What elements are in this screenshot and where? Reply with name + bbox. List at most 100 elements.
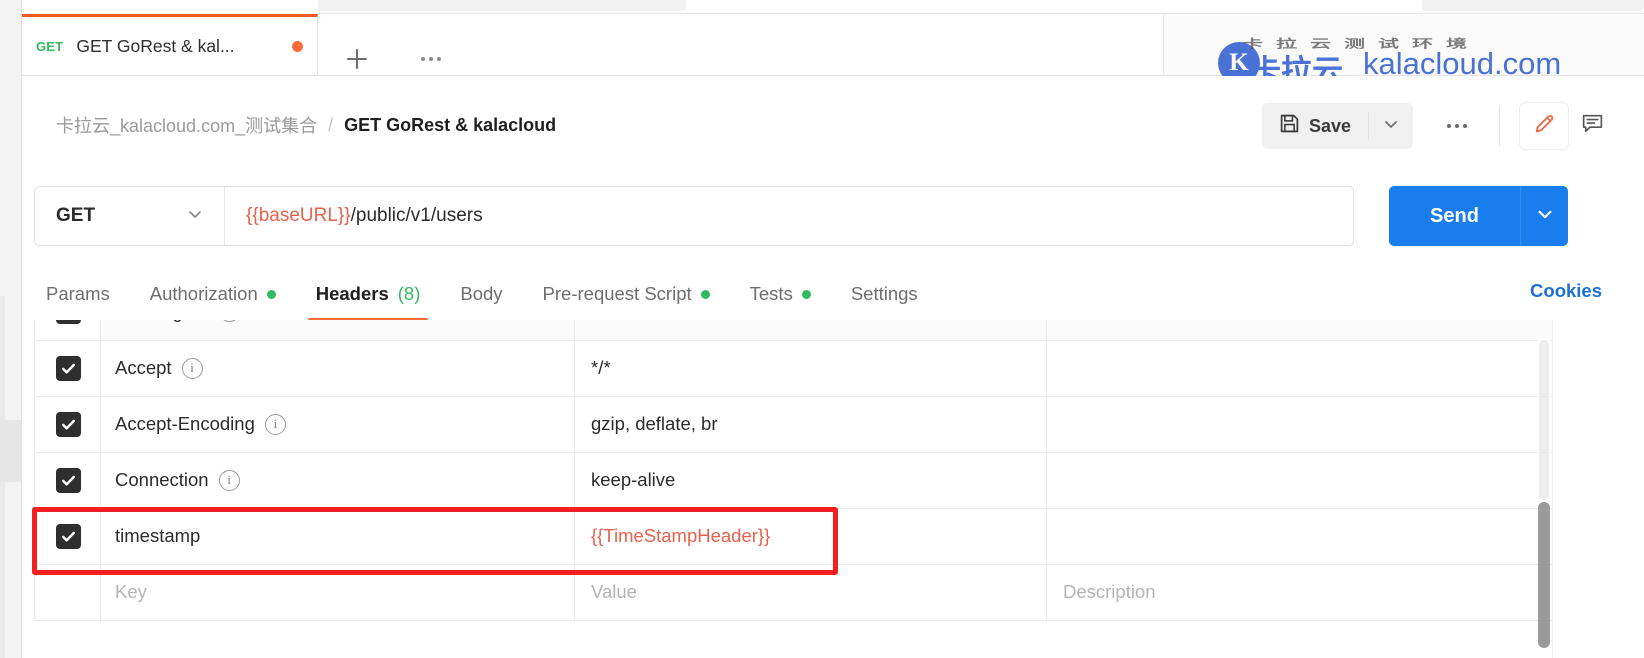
status-dot-icon <box>802 290 811 299</box>
info-icon[interactable]: i <box>182 358 203 379</box>
row-key-cell[interactable]: Accept-Encoding i <box>101 396 575 452</box>
check-icon <box>60 528 77 545</box>
new-value-input[interactable]: Value <box>575 564 1047 620</box>
row-enabled-cell[interactable] <box>35 320 101 340</box>
send-options-button[interactable] <box>1520 186 1568 246</box>
comment-icon <box>1580 111 1605 141</box>
row-description-cell[interactable] <box>1047 340 1575 396</box>
save-button-group: Save <box>1262 103 1413 149</box>
table-row-new[interactable]: Key Value Description <box>35 564 1575 620</box>
tab-pre-request-script[interactable]: Pre-request Script <box>523 268 730 312</box>
chevron-down-icon <box>185 204 205 229</box>
http-method-select[interactable]: GET <box>35 187 225 245</box>
request-tab-strip: GET GET GoRest & kal... K 卡拉云测试环境 卡拉云 ka… <box>22 14 1644 76</box>
table-row[interactable]: Accept-Encoding i gzip, deflate, br <box>35 396 1575 452</box>
tab-headers-count: (8) <box>398 283 421 305</box>
vertical-scrollbar-track-fill <box>1539 340 1549 500</box>
request-toolbar-actions: Save <box>1262 102 1616 150</box>
tab-strip-more-button[interactable] <box>408 48 454 70</box>
ellipsis-icon <box>1447 124 1467 128</box>
row-enabled-cell[interactable] <box>35 340 101 396</box>
tab-headers[interactable]: Headers (8) <box>296 268 441 312</box>
chevron-down-icon <box>1534 203 1556 230</box>
row-checkbox[interactable] <box>56 320 81 324</box>
tab-body[interactable]: Body <box>440 268 522 312</box>
row-value-cell[interactable]: keep-alive <box>575 452 1047 508</box>
row-value-cell[interactable]: {{TimeStampHeader}} <box>575 508 1047 564</box>
send-button-group: Send <box>1389 186 1568 246</box>
row-enabled-cell[interactable] <box>35 564 101 620</box>
row-checkbox[interactable] <box>56 468 81 493</box>
sidebar-rail[interactable] <box>0 0 22 658</box>
comment-request-button[interactable] <box>1568 103 1616 149</box>
row-key-cell[interactable]: Accept i <box>101 340 575 396</box>
header-key: Accept-Encoding <box>115 413 255 435</box>
row-enabled-cell[interactable] <box>35 396 101 452</box>
row-key-cell[interactable]: Connection i <box>101 452 575 508</box>
table-row[interactable]: Accept i */* <box>35 340 1575 396</box>
check-icon <box>60 416 77 433</box>
table-right-gutter <box>1552 320 1644 658</box>
chevron-down-icon <box>1381 114 1401 139</box>
tab-tests[interactable]: Tests <box>730 268 831 312</box>
send-button[interactable]: Send <box>1389 186 1520 246</box>
table-row-highlighted[interactable]: timestamp {{TimeStampHeader}} <box>35 508 1575 564</box>
row-value-cell[interactable]: */* <box>575 340 1047 396</box>
row-value-cell[interactable]: PostmanRuntime/7.29.2 <box>575 320 1047 340</box>
row-checkbox[interactable] <box>56 356 81 381</box>
save-button[interactable]: Save <box>1262 103 1368 149</box>
row-enabled-cell[interactable] <box>35 508 101 564</box>
row-enabled-cell[interactable] <box>35 452 101 508</box>
postman-app-window: GET GET GoRest & kal... K 卡拉云测试环境 卡拉云 ka… <box>0 0 1644 658</box>
info-icon[interactable]: i <box>265 414 286 435</box>
request-tab-active[interactable]: GET GET GoRest & kal... <box>22 14 318 75</box>
new-key-input[interactable]: Key <box>101 564 575 620</box>
row-checkbox[interactable] <box>56 524 81 549</box>
check-icon <box>60 472 77 489</box>
chrome-ghost-left <box>318 0 686 11</box>
tab-params[interactable]: Params <box>34 268 130 312</box>
edit-request-button[interactable] <box>1520 103 1568 149</box>
value-placeholder: Value <box>591 581 637 602</box>
status-dot-icon <box>701 290 710 299</box>
info-icon[interactable]: i <box>219 320 240 322</box>
tab-pre-request-script-label: Pre-request Script <box>543 283 692 305</box>
headers-table-container: User-Agent i PostmanRuntime/7.29.2 <box>22 320 1644 658</box>
tab-settings[interactable]: Settings <box>831 268 938 312</box>
request-url-input[interactable]: {{baseURL}}/public/v1/users <box>225 187 1353 245</box>
row-description-cell[interactable] <box>1047 396 1575 452</box>
header-value: keep-alive <box>591 469 675 490</box>
request-tab-method: GET <box>36 39 63 54</box>
toolbar-divider <box>1499 106 1500 146</box>
breadcrumb: 卡拉云_kalacloud.com_测试集合 / GET GoRest & ka… <box>56 112 556 138</box>
save-options-button[interactable] <box>1369 103 1413 149</box>
tab-authorization[interactable]: Authorization <box>130 268 296 312</box>
info-icon[interactable]: i <box>219 470 240 491</box>
save-button-label: Save <box>1309 116 1351 137</box>
tab-body-label: Body <box>460 283 502 305</box>
table-row[interactable]: User-Agent i PostmanRuntime/7.29.2 <box>35 320 1575 340</box>
row-description-cell[interactable] <box>1047 452 1575 508</box>
header-key: Connection <box>115 469 209 491</box>
breadcrumb-collection[interactable]: 卡拉云_kalacloud.com_测试集合 <box>56 112 317 138</box>
row-key-cell[interactable]: User-Agent i <box>101 320 575 340</box>
vertical-scrollbar-thumb[interactable] <box>1538 502 1550 648</box>
key-placeholder: Key <box>115 581 147 602</box>
window-chrome-strip <box>0 0 1644 14</box>
row-checkbox[interactable] <box>56 412 81 437</box>
cookies-link[interactable]: Cookies <box>1530 280 1602 302</box>
row-value-cell[interactable]: gzip, deflate, br <box>575 396 1047 452</box>
new-tab-button[interactable] <box>340 42 374 76</box>
request-more-actions-button[interactable] <box>1435 114 1479 138</box>
http-method-value: GET <box>56 205 95 227</box>
table-row[interactable]: Connection i keep-alive <box>35 452 1575 508</box>
description-placeholder: Description <box>1063 581 1156 602</box>
row-key-cell[interactable]: timestamp <box>101 508 575 564</box>
row-description-cell[interactable] <box>1047 320 1575 340</box>
new-description-input[interactable]: Description <box>1047 564 1575 620</box>
url-variable-token: {{baseURL}} <box>246 205 351 227</box>
tab-settings-label: Settings <box>851 283 918 305</box>
ellipsis-icon <box>421 57 441 61</box>
header-key: Accept <box>115 357 172 379</box>
row-description-cell[interactable] <box>1047 508 1575 564</box>
